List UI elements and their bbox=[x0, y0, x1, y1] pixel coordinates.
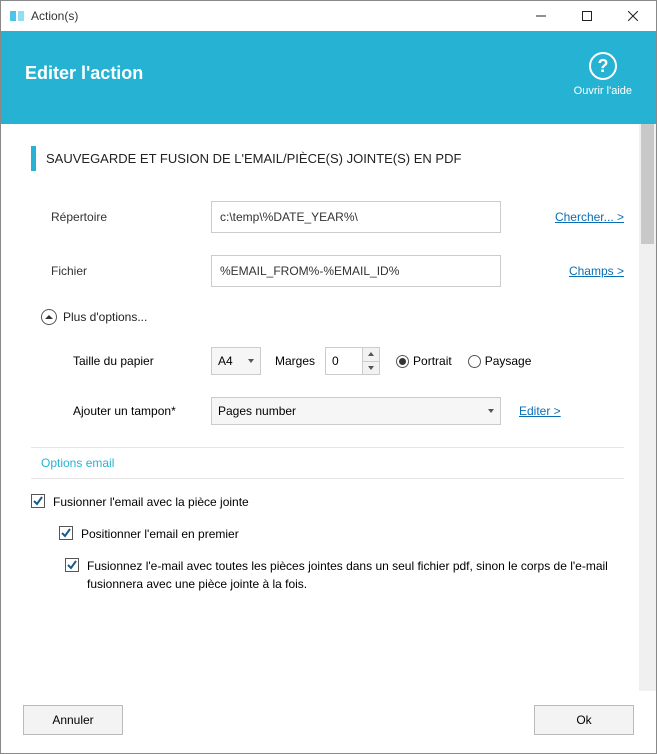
page-title: Editer l'action bbox=[25, 63, 143, 84]
directory-input[interactable] bbox=[211, 201, 501, 233]
app-icon bbox=[9, 8, 25, 24]
vertical-scrollbar[interactable] bbox=[639, 124, 656, 691]
paper-size-select[interactable]: A4 bbox=[211, 347, 261, 375]
ok-button[interactable]: Ok bbox=[534, 705, 634, 735]
landscape-radio[interactable]: Paysage bbox=[468, 354, 532, 368]
checkbox-checked-icon bbox=[59, 526, 73, 540]
chevron-up-icon bbox=[41, 309, 57, 325]
stepper-down[interactable] bbox=[363, 362, 379, 375]
margins-label: Marges bbox=[275, 354, 315, 368]
single-pdf-label: Fusionnez l'e-mail avec toutes les pièce… bbox=[87, 557, 624, 593]
help-label: Ouvrir l'aide bbox=[574, 85, 632, 97]
margins-input[interactable] bbox=[326, 348, 362, 374]
position-first-checkbox-row[interactable]: Positionner l'email en premier bbox=[59, 525, 624, 543]
merge-label: Fusionner l'email avec la pièce jointe bbox=[53, 493, 249, 511]
file-label: Fichier bbox=[51, 264, 211, 278]
action-heading-text: SAUVEGARDE ET FUSION DE L'EMAIL/PIÈCE(S)… bbox=[46, 151, 461, 166]
stepper-up[interactable] bbox=[363, 348, 379, 362]
browse-link[interactable]: Chercher... > bbox=[555, 210, 624, 224]
margins-stepper[interactable] bbox=[325, 347, 380, 375]
position-first-label: Positionner l'email en premier bbox=[81, 525, 239, 543]
window-title: Action(s) bbox=[31, 9, 518, 23]
close-button[interactable] bbox=[610, 1, 656, 31]
header-banner: Editer l'action ? Ouvrir l'aide bbox=[1, 31, 656, 124]
chevron-down-icon bbox=[488, 409, 494, 413]
scrollbar-thumb[interactable] bbox=[641, 124, 654, 244]
more-options-toggle[interactable]: Plus d'options... bbox=[41, 309, 624, 325]
stamp-label: Ajouter un tampon* bbox=[73, 404, 211, 418]
single-pdf-checkbox-row[interactable]: Fusionnez l'e-mail avec toutes les pièce… bbox=[65, 557, 624, 593]
maximize-button[interactable] bbox=[564, 1, 610, 31]
edit-stamp-link[interactable]: Editer > bbox=[519, 404, 561, 418]
checkbox-checked-icon bbox=[65, 558, 79, 572]
stamp-value: Pages number bbox=[218, 404, 296, 418]
paper-size-value: A4 bbox=[218, 354, 233, 368]
action-heading: SAUVEGARDE ET FUSION DE L'EMAIL/PIÈCE(S)… bbox=[31, 146, 624, 171]
more-options-label: Plus d'options... bbox=[63, 310, 147, 324]
help-icon: ? bbox=[588, 51, 618, 81]
paper-size-label: Taille du papier bbox=[73, 354, 211, 368]
checkbox-checked-icon bbox=[31, 494, 45, 508]
footer: Annuler Ok bbox=[1, 691, 656, 753]
minimize-button[interactable] bbox=[518, 1, 564, 31]
email-options-heading: Options email bbox=[31, 447, 624, 479]
landscape-label: Paysage bbox=[485, 354, 532, 368]
merge-checkbox-row[interactable]: Fusionner l'email avec la pièce jointe bbox=[31, 493, 624, 511]
file-input[interactable] bbox=[211, 255, 501, 287]
cancel-button[interactable]: Annuler bbox=[23, 705, 123, 735]
fields-link[interactable]: Champs > bbox=[569, 264, 624, 278]
chevron-down-icon bbox=[248, 359, 254, 363]
portrait-radio[interactable]: Portrait bbox=[396, 354, 452, 368]
titlebar: Action(s) bbox=[1, 1, 656, 31]
directory-label: Répertoire bbox=[51, 210, 211, 224]
stamp-select[interactable]: Pages number bbox=[211, 397, 501, 425]
help-button[interactable]: ? Ouvrir l'aide bbox=[574, 51, 632, 98]
svg-text:?: ? bbox=[597, 56, 608, 76]
portrait-label: Portrait bbox=[413, 354, 452, 368]
scroll-area: SAUVEGARDE ET FUSION DE L'EMAIL/PIÈCE(S)… bbox=[1, 124, 656, 691]
